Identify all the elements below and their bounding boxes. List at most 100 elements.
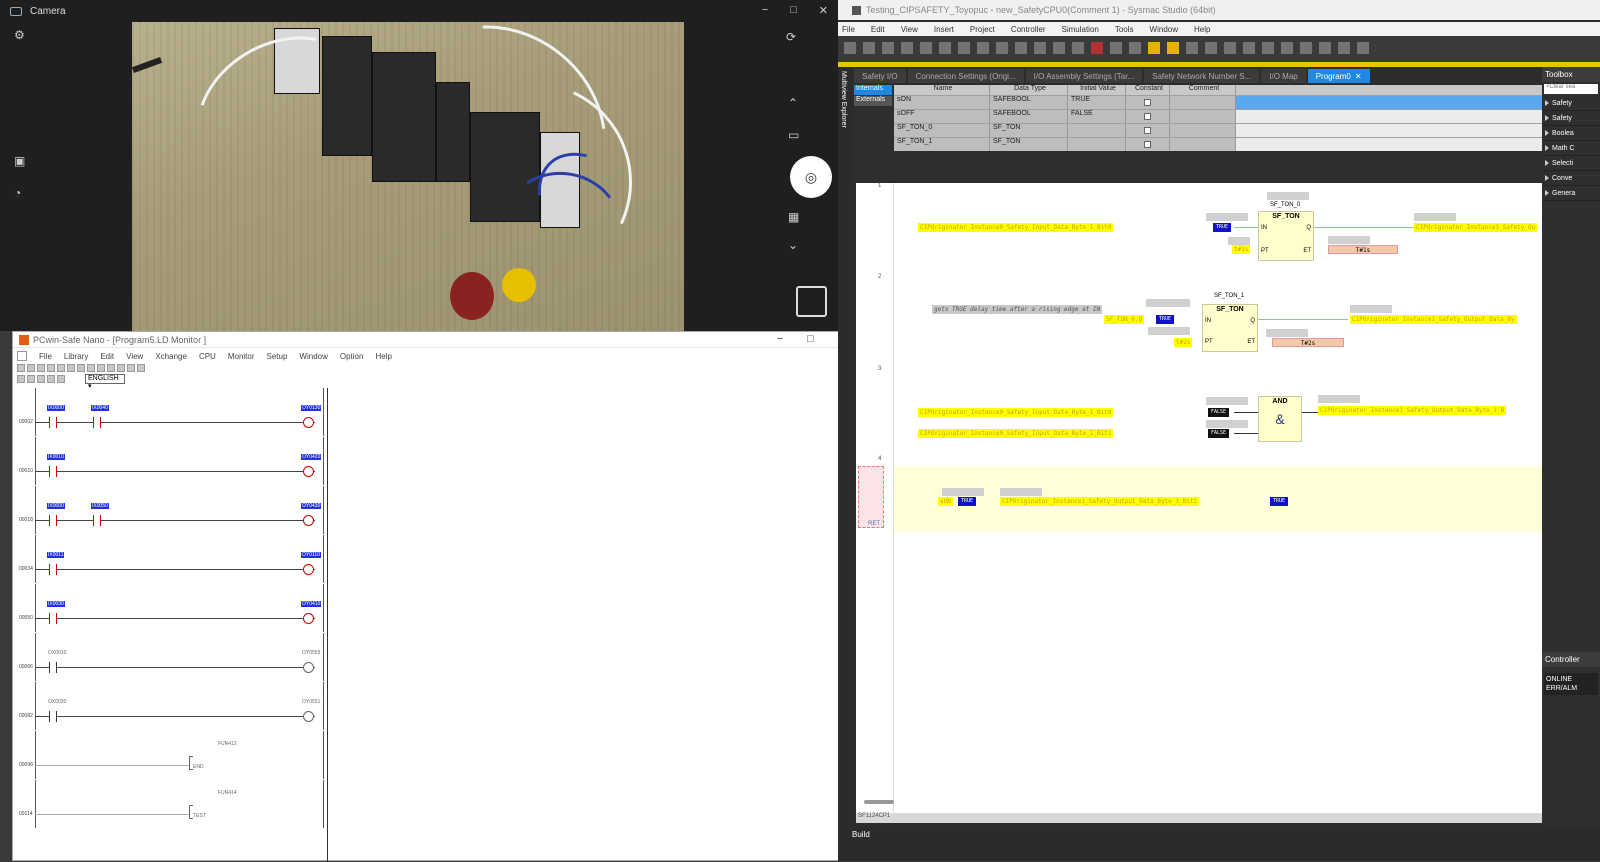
menu-xchange[interactable]: Xchange — [155, 352, 187, 361]
rung3-input2-variable[interactable]: CIPOriginator_Instance0_Safety_Input_Dat… — [918, 429, 1114, 438]
var-comment[interactable] — [1170, 124, 1236, 137]
ladder-contact[interactable] — [49, 564, 57, 575]
tab-io-assembly-settings[interactable]: I/O Assembly Settings (Tar... — [1025, 69, 1143, 83]
ladder-rung[interactable]: 00050 IX0030 OY0410 — [13, 584, 325, 632]
menu-window[interactable]: Window — [1150, 25, 1178, 34]
tab-externals[interactable]: Externals — [854, 96, 892, 106]
build-tab[interactable]: Build — [852, 830, 870, 839]
zoom-out-icon[interactable] — [1338, 42, 1350, 54]
maximize-button[interactable]: □ — [790, 4, 797, 17]
gallery-thumbnail[interactable] — [796, 286, 827, 317]
rung2-comment[interactable]: gets TRUE delay time after a rising edge… — [932, 305, 1103, 314]
paste-icon[interactable] — [882, 42, 894, 54]
menu-edit[interactable]: Edit — [871, 25, 885, 34]
properties-icon[interactable] — [1129, 42, 1141, 54]
var-type[interactable]: SF_TON — [990, 124, 1068, 137]
col-comment[interactable]: Comment — [1170, 85, 1236, 95]
zoom-in-icon[interactable] — [1319, 42, 1331, 54]
contact-icon[interactable] — [1186, 42, 1198, 54]
tool-icon[interactable] — [1034, 42, 1046, 54]
ladder-rung[interactable]: 00066 OX0010 OY0555 — [13, 633, 325, 681]
timer-off-icon[interactable]: ◔ — [14, 186, 21, 200]
rung3-input1-variable[interactable]: CIPOriginator_Instance0_Safety_Input_Dat… — [918, 408, 1114, 417]
multiview-explorer-tab[interactable]: Multiview Explorer — [838, 67, 852, 827]
ladder-rung[interactable]: 00010 IX0010 OY0420 — [13, 437, 325, 485]
table-row[interactable]: sOFF SAFEBOOL FALSE — [894, 109, 1542, 123]
chevron-up-icon[interactable]: ⌃ — [788, 96, 798, 110]
copy-icon[interactable] — [67, 364, 75, 372]
stop-icon[interactable] — [27, 375, 35, 383]
menu-project[interactable]: Project — [970, 25, 995, 34]
online-icon[interactable] — [977, 42, 989, 54]
ladder-rung[interactable]: 00114 TEST FUN414 — [13, 780, 325, 828]
constant-checkbox[interactable] — [1144, 99, 1151, 106]
var-comment[interactable] — [1170, 96, 1236, 109]
language-select[interactable]: ENGLISH ▾ — [85, 374, 125, 390]
redo-icon[interactable] — [939, 42, 951, 54]
menu-setup[interactable]: Setup — [267, 352, 288, 361]
var-name[interactable]: SF_TON_0 — [894, 124, 990, 137]
contact-icon[interactable] — [107, 364, 115, 372]
sync-icon[interactable] — [996, 42, 1008, 54]
rung2-output-variable[interactable]: CIPOriginator_Instance1_Safety_Output_Da… — [1350, 315, 1517, 324]
toolbox-category[interactable]: Boolea — [1542, 126, 1600, 141]
menu-tools[interactable]: Tools — [1115, 25, 1134, 34]
tab-safety-io[interactable]: Safety I/O — [854, 69, 906, 83]
tab-io-map[interactable]: I/O Map — [1261, 69, 1306, 83]
var-name[interactable]: sOFF — [894, 110, 990, 123]
menu-cpu[interactable]: CPU — [199, 352, 216, 361]
var-comment[interactable] — [1170, 110, 1236, 123]
tab-connection-settings[interactable]: Connection Settings (Origi... — [907, 69, 1024, 83]
search-icon[interactable] — [1357, 42, 1369, 54]
copy-icon[interactable] — [863, 42, 875, 54]
menu-option[interactable]: Option — [340, 352, 364, 361]
ladder-rung[interactable]: 00082 OX0030 OY0551 — [13, 682, 325, 730]
step-icon[interactable] — [47, 375, 55, 383]
var-name[interactable]: sON — [894, 96, 990, 109]
qr-scan-icon[interactable]: ▦ — [788, 210, 799, 224]
maximize-button[interactable]: □ — [807, 333, 814, 346]
menu-monitor[interactable]: Monitor — [228, 352, 255, 361]
minimize-button[interactable]: − — [762, 4, 768, 17]
menu-edit[interactable]: Edit — [100, 352, 114, 361]
ladder-coil[interactable] — [303, 417, 314, 428]
cut-icon[interactable] — [844, 42, 856, 54]
help-icon[interactable] — [97, 364, 105, 372]
rung2-instance-name[interactable]: SF_TON_1 — [1214, 293, 1244, 299]
menu-help[interactable]: Help — [375, 352, 391, 361]
transfer-icon[interactable] — [1015, 42, 1027, 54]
transfer-icon[interactable] — [57, 375, 65, 383]
coil-icon[interactable] — [1205, 42, 1217, 54]
menu-view[interactable]: View — [126, 352, 143, 361]
var-init[interactable]: FALSE — [1068, 110, 1126, 123]
save-icon[interactable] — [37, 364, 45, 372]
ladder-coil[interactable] — [303, 564, 314, 575]
close-icon[interactable]: ✕ — [1355, 72, 1362, 81]
lock-icon[interactable] — [1072, 42, 1084, 54]
toolbox-category[interactable]: Selecti — [1542, 156, 1600, 171]
constant-checkbox[interactable] — [1144, 141, 1151, 148]
open-icon[interactable] — [27, 364, 35, 372]
close-button[interactable]: ✕ — [819, 4, 828, 17]
ladder-contact[interactable] — [49, 662, 57, 673]
rung1-input-variable[interactable]: CIPOriginator_Instance0_Safety_Input_Dat… — [918, 223, 1114, 232]
tab-safety-network-number[interactable]: Safety Network Number S... — [1144, 69, 1260, 83]
print-icon[interactable] — [47, 364, 55, 372]
var-type[interactable]: SAFEBOOL — [990, 96, 1068, 109]
col-data-type[interactable]: Data Type — [990, 85, 1068, 95]
horizontal-scrollbar[interactable] — [864, 800, 894, 804]
menu-controller[interactable]: Controller — [1011, 25, 1046, 34]
line-icon[interactable] — [127, 364, 135, 372]
var-init[interactable] — [1068, 124, 1126, 137]
take-photo-button[interactable]: ◎ — [790, 156, 832, 198]
ladder-rung[interactable]: 00098 END FUN412 — [13, 731, 325, 779]
monitor-icon[interactable] — [1053, 42, 1065, 54]
menu-insert[interactable]: Insert — [934, 25, 954, 34]
settings-gear-icon[interactable]: ⚙ — [14, 28, 25, 42]
tab-program0[interactable]: Program0 ✕ — [1307, 69, 1370, 83]
ladder-editor[interactable]: 1 2 3 4 RET CIPOriginator_Instance0_Safe… — [856, 183, 1542, 813]
branch-icon[interactable] — [1224, 42, 1236, 54]
tab-internals[interactable]: Internals — [854, 85, 892, 95]
col-constant[interactable]: Constant — [1126, 85, 1170, 95]
ladder-coil[interactable] — [303, 711, 314, 722]
